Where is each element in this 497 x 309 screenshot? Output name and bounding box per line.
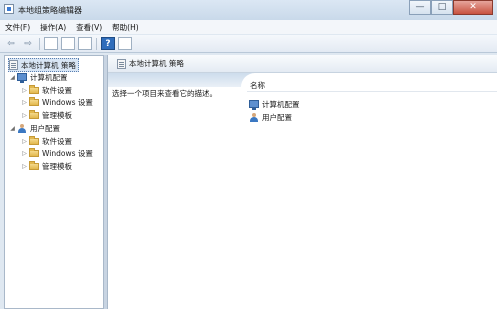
help-icon[interactable]: ? — [101, 37, 115, 50]
back-arrow-icon[interactable]: ⇦ — [4, 37, 18, 50]
export-icon[interactable] — [78, 37, 92, 50]
tree-item-root[interactable]: 本地计算机 策略 — [8, 58, 79, 72]
computer-icon — [17, 73, 27, 83]
view-icon[interactable] — [118, 37, 132, 50]
tree-item-user-config[interactable]: ◢ 用户配置 — [9, 122, 60, 134]
details-header: 本地计算机 策略 — [108, 55, 497, 73]
collapse-arrow-icon[interactable]: ▷ — [21, 150, 28, 157]
title-bar: 本地组策略编辑器 — □ ✕ — [0, 0, 497, 20]
list-item-user-config[interactable]: 用户配置 — [248, 111, 292, 123]
forward-arrow-icon[interactable]: ⇨ — [21, 37, 35, 50]
tree-item-admin-templates[interactable]: ▷ 管理模板 — [21, 109, 72, 121]
menu-file[interactable]: 文件(F) — [0, 22, 35, 33]
maximize-button[interactable]: □ — [431, 0, 453, 15]
tree-item-label: 软件设置 — [42, 136, 72, 146]
user-icon — [249, 112, 259, 122]
folder-icon — [29, 160, 39, 170]
tree-item-label: 用户配置 — [30, 123, 60, 133]
tree-item-label: 软件设置 — [42, 85, 72, 95]
tree-item-label: Windows 设置 — [42, 148, 93, 158]
tree-item-label: 本地计算机 策略 — [21, 60, 76, 70]
folder-icon — [29, 96, 39, 106]
column-header-name[interactable]: 名称 — [247, 80, 497, 92]
tree-item-software-settings[interactable]: ▷ 软件设置 — [21, 135, 72, 147]
tree-item-software-settings[interactable]: ▷ 软件设置 — [21, 84, 72, 96]
app-icon — [4, 4, 14, 14]
properties-icon[interactable] — [61, 37, 75, 50]
collapse-arrow-icon[interactable]: ▷ — [21, 112, 28, 119]
menu-view[interactable]: 查看(V) — [71, 22, 107, 33]
expand-arrow-icon[interactable]: ◢ — [9, 74, 16, 81]
tree-pane: 本地计算机 策略 ◢ 计算机配置 ▷ 软件设置 ▷ Windows 设置 ▷ 管… — [4, 55, 104, 309]
expand-arrow-icon[interactable]: ◢ — [9, 125, 16, 132]
menu-action[interactable]: 操作(A) — [35, 22, 71, 33]
toolbar-separator — [39, 37, 40, 50]
folder-icon — [29, 135, 39, 145]
policy-icon — [117, 58, 126, 69]
collapse-arrow-icon[interactable]: ▷ — [21, 87, 28, 94]
tree-item-admin-templates[interactable]: ▷ 管理模板 — [21, 160, 72, 172]
tree-item-computer-config[interactable]: ◢ 计算机配置 — [9, 71, 68, 83]
list-item-label: 计算机配置 — [262, 99, 300, 109]
list-item-computer-config[interactable]: 计算机配置 — [248, 98, 300, 110]
close-button[interactable]: ✕ — [453, 0, 493, 15]
tree-item-label: 计算机配置 — [30, 72, 68, 82]
toolbar: ⇦ ⇨ ? — [0, 35, 497, 53]
menu-bar: 文件(F) 操作(A) 查看(V) 帮助(H) — [0, 20, 497, 34]
tree-item-windows-settings[interactable]: ▷ Windows 设置 — [21, 96, 93, 108]
folder-icon — [29, 147, 39, 157]
collapse-arrow-icon[interactable]: ▷ — [21, 99, 28, 106]
details-title: 本地计算机 策略 — [129, 59, 184, 68]
folder-icon — [29, 84, 39, 94]
computer-icon — [249, 100, 259, 110]
window-title: 本地组策略编辑器 — [18, 6, 82, 15]
tree-item-label: 管理模板 — [42, 161, 72, 171]
folder-icon — [29, 109, 39, 119]
window-controls: — □ ✕ — [409, 0, 493, 17]
policy-icon — [9, 60, 18, 70]
menu-help[interactable]: 帮助(H) — [107, 22, 144, 33]
tree-item-label: 管理模板 — [42, 110, 72, 120]
details-pane: 本地计算机 策略 选择一个项目来查看它的描述。 名称 计算机配置 用户配置 — [107, 55, 497, 309]
tree-item-label: Windows 设置 — [42, 97, 93, 107]
description-text: 选择一个项目来查看它的描述。 — [112, 89, 217, 98]
show-tree-icon[interactable] — [44, 37, 58, 50]
collapse-arrow-icon[interactable]: ▷ — [21, 163, 28, 170]
list-item-label: 用户配置 — [262, 112, 292, 122]
user-icon — [17, 123, 27, 133]
toolbar-separator — [96, 37, 97, 50]
minimize-button[interactable]: — — [409, 0, 431, 15]
collapse-arrow-icon[interactable]: ▷ — [21, 138, 28, 145]
tree-item-windows-settings[interactable]: ▷ Windows 设置 — [21, 147, 93, 159]
